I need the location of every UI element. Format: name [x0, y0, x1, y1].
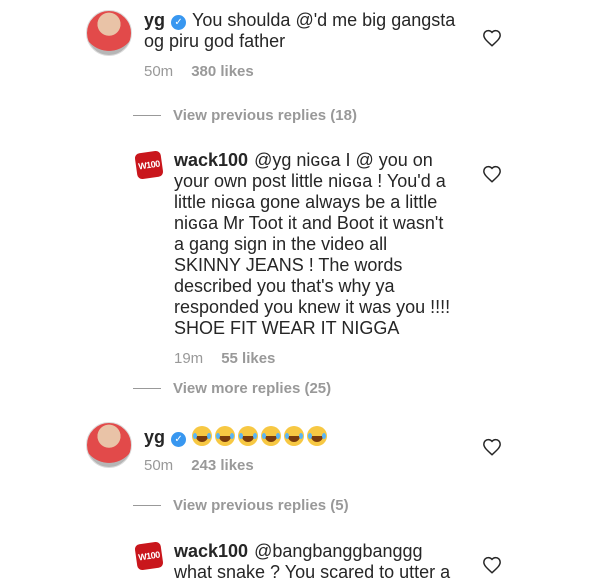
comment-text: wack100 @bangbanggbanggg what snake ? You…	[174, 541, 464, 583]
username[interactable]: wack100	[174, 541, 248, 561]
comment-meta: 50m 380 likes	[144, 63, 466, 80]
divider-line	[133, 388, 161, 389]
avatar-wack100[interactable]: W100	[134, 150, 164, 180]
avatar-yg[interactable]	[86, 10, 132, 56]
comment-likes[interactable]: 55 likes	[221, 350, 275, 367]
view-replies-label[interactable]: View previous replies (18)	[173, 107, 357, 124]
comment-content: You shoulda @'d me big gangsta og piru g…	[144, 10, 456, 51]
comment-meta: 50m 243 likes	[144, 457, 330, 474]
divider-line	[133, 505, 161, 506]
heart-outline-icon[interactable]	[482, 438, 502, 456]
comment-body: yg ✓ You shoulda @'d me big gangsta og pir…	[144, 10, 466, 80]
laughing-tears-emoji-icon	[215, 426, 236, 446]
comment-content: @yg niɢɢa I @ you on your own post littl…	[174, 150, 451, 338]
comment-body: yg ✓ 50m 243 likes	[144, 422, 330, 474]
comment-wack100-1: W100 wack100 @yg niɢɢa I @ you on your ow…	[134, 150, 456, 367]
verified-badge-icon: ✓	[171, 432, 187, 447]
laughing-tears-emoji-icon	[192, 426, 213, 446]
laughing-tears-emoji-icon	[284, 426, 305, 446]
view-replies-label[interactable]: View more replies (25)	[173, 380, 331, 397]
laughing-tears-emoji-icon	[238, 426, 259, 446]
verified-badge-icon: ✓	[171, 15, 187, 30]
avatar-yg[interactable]	[86, 422, 132, 468]
comment-likes[interactable]: 380 likes	[191, 63, 254, 80]
avatar-wack100[interactable]: W100	[134, 541, 164, 571]
view-replies-label[interactable]: View previous replies (5)	[173, 497, 349, 514]
comment-meta: 19m 55 likes	[174, 350, 452, 367]
heart-outline-icon[interactable]	[482, 165, 502, 183]
divider-line	[133, 115, 161, 116]
view-previous-replies-link[interactable]: View previous replies (5)	[133, 497, 349, 514]
comment-time: 50m	[144, 457, 174, 474]
emoji-row	[192, 426, 330, 447]
username[interactable]: yg	[144, 427, 165, 447]
comment-body: wack100 @yg niɢɢa I @ you on your own pos…	[174, 150, 452, 367]
comment-time: 50m	[144, 63, 174, 80]
comment-body: wack100 @bangbanggbanggg what snake ? You…	[174, 541, 464, 583]
view-more-replies-link[interactable]: View more replies (25)	[133, 380, 331, 397]
comment-likes[interactable]: 243 likes	[191, 457, 254, 474]
username[interactable]: yg	[144, 10, 165, 30]
comment-time: 19m	[174, 350, 204, 367]
view-previous-replies-link[interactable]: View previous replies (18)	[133, 107, 357, 124]
username[interactable]: wack100	[174, 150, 248, 170]
comment-yg-2: yg ✓ 50m 243 likes	[86, 422, 466, 474]
heart-outline-icon[interactable]	[482, 556, 502, 574]
comment-yg-1: yg ✓ You shoulda @'d me big gangsta og pir…	[86, 10, 466, 80]
heart-outline-icon[interactable]	[482, 29, 502, 47]
comment-text: yg ✓ You shoulda @'d me big gangsta og pir…	[144, 10, 466, 52]
comment-text: yg ✓	[144, 426, 330, 448]
comment-wack100-2: W100 wack100 @bangbanggbanggg what snake …	[134, 541, 466, 583]
comment-text: wack100 @yg niɢɢa I @ you on your own pos…	[174, 150, 452, 339]
laughing-tears-emoji-icon	[307, 426, 328, 446]
laughing-tears-emoji-icon	[261, 426, 282, 446]
